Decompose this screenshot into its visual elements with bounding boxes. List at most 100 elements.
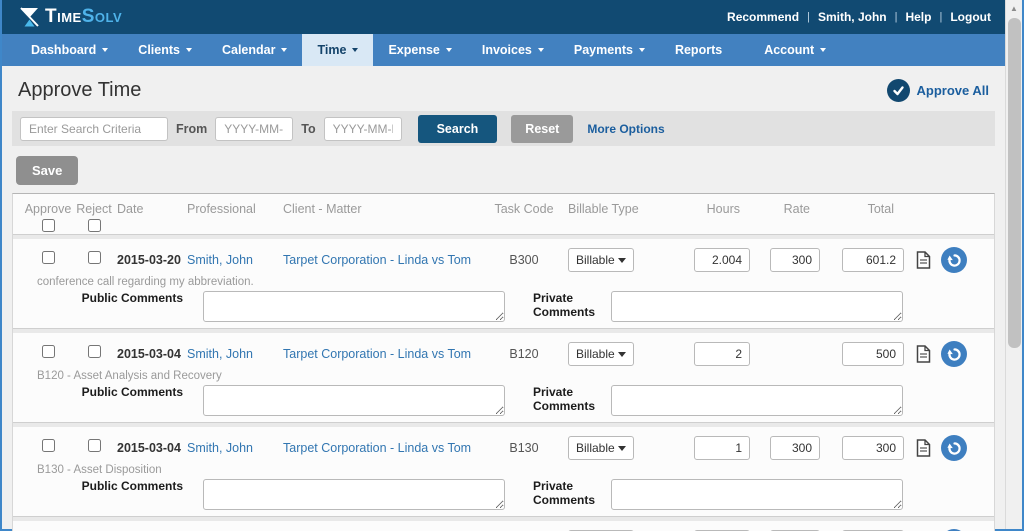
reject-checkbox[interactable] (88, 345, 101, 358)
client-matter-link[interactable]: Tarpet Corporation - Linda vs Tom (283, 347, 471, 361)
entry-date: 2015-03-04 (117, 347, 187, 361)
user-link[interactable]: Smith, John (818, 10, 887, 24)
recommend-link[interactable]: Recommend (727, 10, 799, 24)
public-comments-label: Public Comments (25, 479, 183, 493)
public-comments-input[interactable] (203, 385, 505, 416)
help-link[interactable]: Help (905, 10, 931, 24)
page-title: Approve Time (18, 79, 141, 102)
nav-item-clients[interactable]: Clients (123, 34, 207, 66)
professional-column-header: Professional (187, 202, 283, 216)
chevron-down-icon (102, 48, 108, 52)
search-criteria-input[interactable] (20, 117, 168, 141)
save-area: Save (2, 146, 1005, 193)
save-button[interactable]: Save (16, 156, 78, 185)
professional-link[interactable]: Smith, John (187, 253, 253, 267)
nav-item-expense[interactable]: Expense (373, 34, 466, 66)
top-links: Recommend | Smith, John | Help | Logout (727, 10, 991, 24)
chevron-down-icon (820, 48, 826, 52)
rate-input[interactable] (770, 248, 820, 272)
professional-link[interactable]: Smith, John (187, 347, 253, 361)
approve-all-button[interactable]: Approve All (887, 79, 989, 102)
chevron-down-icon (618, 258, 626, 263)
table-row: 2015-03-20 Smith, John Tarpet Corporatio… (13, 239, 994, 328)
top-bar: TimeSolv Recommend | Smith, John | Help … (2, 0, 1005, 34)
client-matter-column-header: Client - Matter (283, 202, 480, 216)
document-icon[interactable] (916, 439, 931, 457)
brand-name: TimeSolv (45, 6, 122, 28)
public-comments-input[interactable] (203, 479, 505, 510)
hours-input[interactable] (694, 436, 750, 460)
brand-logo[interactable]: TimeSolv (18, 5, 122, 29)
private-comments-input[interactable] (611, 385, 903, 416)
total-input[interactable] (842, 248, 904, 272)
approve-checkbox[interactable] (42, 251, 55, 264)
approve-checkbox[interactable] (42, 345, 55, 358)
public-comments-input[interactable] (203, 291, 505, 322)
vertical-scrollbar[interactable]: ▲ (1005, 0, 1022, 529)
search-button[interactable]: Search (418, 115, 498, 143)
chevron-down-icon (281, 48, 287, 52)
billable-type-column-header: Billable Type (568, 202, 680, 216)
nav-item-reports[interactable]: Reports (660, 34, 749, 66)
private-comments-label: Private Comments (533, 385, 597, 414)
task-code-column-header: Task Code (480, 202, 568, 216)
history-icon[interactable] (941, 247, 967, 273)
to-date-input[interactable] (324, 117, 402, 141)
page-head: Approve Time Approve All (2, 66, 1005, 111)
more-options-link[interactable]: More Options (587, 122, 664, 136)
private-comments-label: Private Comments (533, 479, 597, 508)
nav-item-payments[interactable]: Payments (559, 34, 660, 66)
from-date-input[interactable] (215, 117, 293, 141)
professional-link[interactable]: Smith, John (187, 441, 253, 455)
hours-input[interactable] (694, 342, 750, 366)
task-code: B300 (480, 253, 568, 267)
reset-button[interactable]: Reset (511, 115, 573, 143)
nav-item-dashboard[interactable]: Dashboard (16, 34, 123, 66)
history-icon[interactable] (941, 341, 967, 367)
chevron-down-icon (186, 48, 192, 52)
reject-column-header: Reject (71, 202, 117, 232)
document-icon[interactable] (916, 345, 931, 363)
scrollbar-thumb[interactable] (1008, 18, 1021, 348)
check-circle-icon (887, 79, 910, 102)
client-matter-link[interactable]: Tarpet Corporation - Linda vs Tom (283, 441, 471, 455)
separator: | (807, 11, 810, 23)
client-matter-link[interactable]: Tarpet Corporation - Linda vs Tom (283, 253, 471, 267)
chevron-down-icon (352, 48, 358, 52)
chevron-down-icon (618, 352, 626, 357)
entry-description: B130 - Asset Disposition (13, 461, 994, 476)
rate-input[interactable] (770, 436, 820, 460)
logout-link[interactable]: Logout (950, 10, 991, 24)
billable-type-select[interactable]: Billable (568, 342, 634, 366)
nav-item-time[interactable]: Time (302, 34, 373, 66)
billable-type-select[interactable]: Billable (568, 248, 634, 272)
rate-column-header: Rate (758, 202, 820, 216)
total-input[interactable] (842, 436, 904, 460)
private-comments-input[interactable] (611, 291, 903, 322)
table-row: 2015-03-04 Smith, John Tarpet Corporatio… (13, 333, 994, 422)
entry-date: 2015-03-20 (117, 253, 187, 267)
search-band: From To Search Reset More Options (12, 111, 995, 146)
nav-item-invoices[interactable]: Invoices (467, 34, 559, 66)
reject-checkbox[interactable] (88, 439, 101, 452)
history-icon[interactable] (941, 435, 967, 461)
document-icon[interactable] (916, 251, 931, 269)
nav-item-calendar[interactable]: Calendar (207, 34, 303, 66)
chevron-down-icon (446, 48, 452, 52)
private-comments-input[interactable] (611, 479, 903, 510)
total-column-header: Total (828, 202, 904, 216)
chevron-down-icon (618, 446, 626, 451)
hours-input[interactable] (694, 248, 750, 272)
billable-type-select[interactable]: Billable (568, 436, 634, 460)
reject-checkbox[interactable] (88, 251, 101, 264)
reject-all-checkbox[interactable] (88, 219, 101, 232)
total-input[interactable] (842, 342, 904, 366)
task-code: B120 (480, 347, 568, 361)
scrollbar-up-arrow-icon[interactable]: ▲ (1006, 0, 1022, 16)
entry-date: 2015-03-04 (117, 441, 187, 455)
approve-all-checkbox[interactable] (42, 219, 55, 232)
approve-checkbox[interactable] (42, 439, 55, 452)
nav-item-account[interactable]: Account (749, 34, 841, 66)
entry-description: conference call regarding my abbreviatio… (13, 273, 994, 288)
date-column-header: Date (117, 202, 187, 216)
